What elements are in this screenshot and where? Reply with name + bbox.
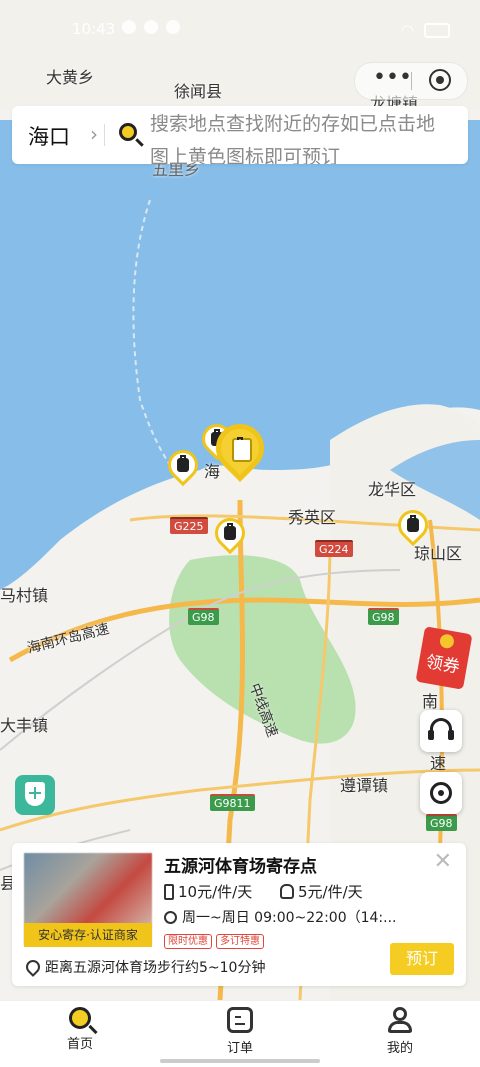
storage-pin[interactable] <box>208 511 252 558</box>
user-icon <box>387 1007 413 1033</box>
storage-pin[interactable] <box>161 443 205 490</box>
wifi-icon: ◠ <box>400 21 414 39</box>
close-miniprogram-icon[interactable] <box>429 69 451 91</box>
distance-info: 距离五源河体育场步行约5~10分钟 <box>23 957 266 977</box>
headset-icon <box>428 718 454 740</box>
locate-icon <box>430 782 452 804</box>
book-button[interactable]: 预订 <box>390 943 454 975</box>
store-title: 五源河体育场寄存点 <box>164 857 317 877</box>
status-bar: 10:43 ◠ <box>0 0 480 60</box>
promo-tag: 限时优惠 <box>164 934 212 949</box>
coupon-label: 领券 <box>424 652 462 678</box>
tab-home[interactable]: 首页 <box>40 1007 120 1052</box>
notification-icons <box>122 20 180 34</box>
opening-hours-text: 周一~周日 09:00~22:00（14:... <box>182 910 397 926</box>
map-label-nan: 南 <box>422 692 439 711</box>
store-card[interactable]: 安心寄存·认证商家 五源河体育场寄存点 ✕ 10元/件/天 5元/件/天 周一~… <box>12 843 466 986</box>
home-search-icon <box>69 1007 91 1029</box>
price-luggage-text: 10元/件/天 <box>178 883 253 901</box>
clock-icon <box>164 910 177 924</box>
map-label-dafeng: 大丰镇 <box>0 716 49 735</box>
price-luggage: 10元/件/天 <box>164 881 252 902</box>
capsule-divider <box>411 72 412 90</box>
distance-text: 距离五源河体育场步行约5~10分钟 <box>45 960 266 976</box>
map-label-dahuang: 大黄乡 <box>46 68 95 87</box>
price-bag: 5元/件/天 <box>280 881 363 902</box>
route-shield-g98: G98 <box>368 608 399 625</box>
route-shield-g224: G224 <box>315 540 353 557</box>
coupon-button[interactable]: 领券 <box>415 626 473 690</box>
map-label-zuntan: 遵谭镇 <box>340 776 389 795</box>
certified-badge: 安心寄存·认证商家 <box>24 923 152 947</box>
tab-bar: 首页 订单 我的 <box>0 1000 480 1067</box>
backpack-icon <box>280 884 294 899</box>
search-input[interactable]: 搜索地点查找附近的存如已点击地图上黄色图标即可预订 <box>150 108 450 164</box>
tab-orders-label: 订单 <box>226 1041 253 1056</box>
search-icon <box>119 123 137 141</box>
system-icons: ◠ <box>401 21 450 39</box>
insurance-button[interactable] <box>15 775 55 815</box>
route-shield-g9811: G9811 <box>210 794 255 811</box>
tab-home-label: 首页 <box>66 1037 93 1052</box>
map-label-macun: 马村镇 <box>0 586 49 605</box>
tab-profile-label: 我的 <box>386 1041 413 1056</box>
orders-icon <box>227 1007 253 1033</box>
price-bag-text: 5元/件/天 <box>298 883 363 901</box>
route-shield-g98: G98 <box>426 814 457 831</box>
location-pin-icon <box>23 957 43 977</box>
tab-profile[interactable]: 我的 <box>360 1007 440 1056</box>
search-divider <box>104 124 105 146</box>
search-bar[interactable]: 海口 › 搜索地点查找附近的存如已点击地图上黄色图标即可预订 <box>12 106 468 164</box>
tab-orders[interactable]: 订单 <box>200 1007 280 1056</box>
chevron-right-icon: › <box>90 122 98 146</box>
home-indicator <box>160 1059 320 1063</box>
storage-pin[interactable] <box>391 503 435 550</box>
customer-service-button[interactable] <box>420 710 462 752</box>
route-shield-g98: G98 <box>188 608 219 625</box>
close-icon[interactable]: ✕ <box>434 851 452 873</box>
status-time: 10:43 <box>72 20 116 38</box>
map-label-xuwen: 徐闻县 <box>174 82 223 101</box>
coin-icon <box>438 633 456 650</box>
city-selector[interactable]: 海口 <box>28 121 70 151</box>
opening-hours: 周一~周日 09:00~22:00（14:... <box>164 907 396 927</box>
route-shield-g225: G225 <box>170 517 208 534</box>
shield-plus-icon <box>25 782 45 806</box>
more-icon[interactable]: ••• <box>373 67 412 89</box>
map-label-su: 速 <box>430 754 447 773</box>
miniprogram-capsule[interactable]: ••• <box>354 62 468 100</box>
locate-button[interactable] <box>420 772 462 814</box>
battery-icon <box>424 22 450 38</box>
promo-tag: 多订特惠 <box>216 934 264 949</box>
map-label-xiuying: 秀英区 <box>288 508 337 527</box>
storage-pin-selected[interactable] <box>206 414 274 494</box>
suitcase-icon <box>164 883 174 900</box>
map-label-longhua: 龙华区 <box>368 480 417 499</box>
